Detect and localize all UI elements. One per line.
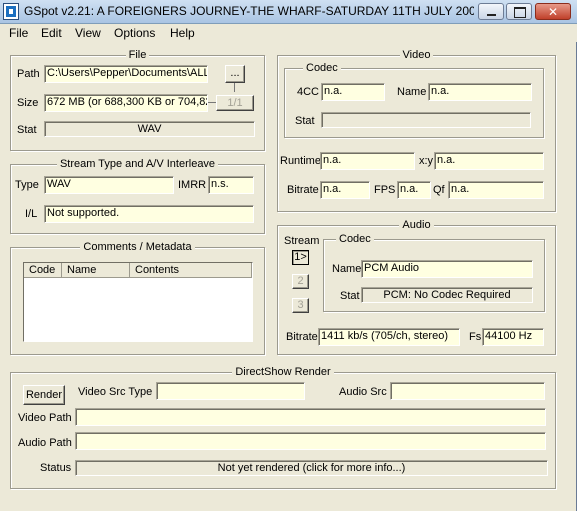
video-bitrate-label: Bitrate — [287, 184, 319, 196]
audio-stat-label: Stat — [340, 290, 360, 302]
fourcc-label: 4CC — [297, 86, 320, 98]
video-group: Video Codec 4CC n.a. Name n.a. Stat Runt… — [277, 49, 556, 212]
video-codec-group: Codec 4CC n.a. Name n.a. Stat — [284, 62, 544, 138]
fs-field[interactable]: 44100 Hz — [482, 328, 544, 346]
comments-group-title: Comments / Metadata — [80, 241, 195, 253]
audio-group-title: Audio — [399, 219, 434, 231]
video-src-type-field[interactable] — [156, 382, 305, 400]
audio-codec-title: Codec — [336, 233, 374, 245]
video-name-label: Name — [397, 86, 427, 98]
xy-label: x:y — [419, 155, 434, 167]
window-title: GSpot v2.21: A FOREIGNERS JOURNEY-THE WH… — [24, 4, 474, 18]
menu-file[interactable]: File — [9, 26, 28, 40]
type-field[interactable]: WAV — [44, 176, 174, 194]
audio-stream-2-button: 2 — [292, 274, 309, 289]
stat-label: Stat — [17, 124, 37, 136]
column-header-name[interactable]: Name — [62, 263, 130, 278]
imrr-label: IMRR — [178, 179, 207, 191]
qf-label: Qf — [433, 184, 445, 196]
runtime-label: Runtime — [280, 155, 321, 167]
directshow-render-title: DirectShow Render — [232, 366, 334, 378]
audio-stat-field: PCM: No Codec Required — [361, 287, 533, 303]
video-stat-label: Stat — [295, 115, 315, 127]
render-button[interactable]: Render — [23, 385, 65, 405]
connector-line — [234, 83, 235, 92]
size-label: Size — [17, 97, 39, 109]
audio-src-label: Audio Src — [339, 386, 387, 398]
status-label: Status — [40, 462, 72, 474]
audio-bitrate-label: Bitrate — [286, 331, 318, 343]
runtime-field[interactable]: n.a. — [320, 152, 415, 170]
size-field[interactable]: 672 MB (or 688,300 KB or 704,820 — [44, 94, 208, 112]
gspot-app-icon[interactable] — [3, 3, 19, 20]
column-header-code[interactable]: Code — [24, 263, 62, 278]
video-group-title: Video — [399, 49, 434, 61]
menu-help[interactable]: Help — [170, 26, 195, 40]
status-field[interactable]: Not yet rendered (click for more info...… — [75, 460, 548, 476]
close-button[interactable] — [535, 3, 571, 20]
qf-field[interactable]: n.a. — [448, 181, 544, 199]
minimize-button[interactable] — [478, 3, 504, 20]
audio-src-field[interactable] — [390, 382, 545, 400]
maximize-button[interactable] — [506, 3, 532, 20]
stat-field: WAV — [44, 121, 255, 137]
directshow-render-group: DirectShow Render Render Video Src Type … — [10, 366, 556, 489]
xy-field[interactable]: n.a. — [434, 152, 544, 170]
audio-bitrate-field[interactable]: 1411 kb/s (705/ch, stereo) — [318, 328, 460, 346]
file-counter: 1/1 — [216, 95, 254, 111]
file-group-title: File — [125, 49, 150, 61]
fps-field[interactable]: n.a. — [397, 181, 431, 199]
stream-type-group-title: Stream Type and A/V Interleave — [56, 158, 219, 170]
video-bitrate-field[interactable]: n.a. — [320, 181, 370, 199]
audio-path-field[interactable] — [75, 432, 546, 450]
title-bar[interactable]: GSpot v2.21: A FOREIGNERS JOURNEY-THE WH… — [0, 0, 577, 24]
gspot-window: GSpot v2.21: A FOREIGNERS JOURNEY-THE WH… — [0, 0, 577, 511]
video-stat-field — [321, 112, 531, 128]
il-field[interactable]: Not supported. — [44, 205, 254, 223]
audio-stream-1-button[interactable]: 1> — [292, 250, 309, 265]
menu-options[interactable]: Options — [114, 26, 155, 40]
fps-label: FPS — [374, 184, 396, 196]
menu-edit[interactable]: Edit — [41, 26, 62, 40]
fs-label: Fs — [469, 331, 482, 343]
audio-name-field[interactable]: PCM Audio — [361, 260, 533, 278]
video-name-field[interactable]: n.a. — [428, 83, 532, 101]
menu-bar: File Edit View Options Help — [0, 24, 577, 42]
stream-type-group: Stream Type and A/V Interleave Type WAV … — [10, 158, 265, 234]
video-path-field[interactable] — [75, 408, 546, 426]
stream-label: Stream — [284, 235, 320, 247]
audio-name-label: Name — [332, 263, 362, 275]
column-header-contents[interactable]: Contents — [130, 263, 252, 278]
type-label: Type — [15, 179, 39, 191]
file-group: File Path C:\Users\Pepper\Documents\ALL … — [10, 49, 265, 151]
audio-codec-group: Codec Name PCM Audio Stat PCM: No Codec … — [323, 233, 545, 312]
audio-path-label: Audio Path — [18, 437, 72, 449]
fourcc-field[interactable]: n.a. — [321, 83, 385, 101]
video-codec-title: Codec — [303, 62, 341, 74]
imrr-field[interactable]: n.s. — [208, 176, 254, 194]
menu-view[interactable]: View — [75, 26, 101, 40]
path-label: Path — [17, 68, 40, 80]
video-path-label: Video Path — [18, 412, 72, 424]
il-label: I/L — [25, 208, 38, 220]
browse-button[interactable]: ... — [225, 65, 245, 83]
path-field[interactable]: C:\Users\Pepper\Documents\ALL — [44, 65, 208, 83]
audio-stream-3-button: 3 — [292, 298, 309, 313]
comments-group: Comments / Metadata Code Name Contents — [10, 241, 265, 355]
video-src-type-label: Video Src Type — [78, 386, 153, 398]
comments-list[interactable]: Code Name Contents — [23, 262, 253, 342]
audio-group: Audio Stream 1> 2 3 Codec Name PCM Audio… — [277, 219, 556, 355]
